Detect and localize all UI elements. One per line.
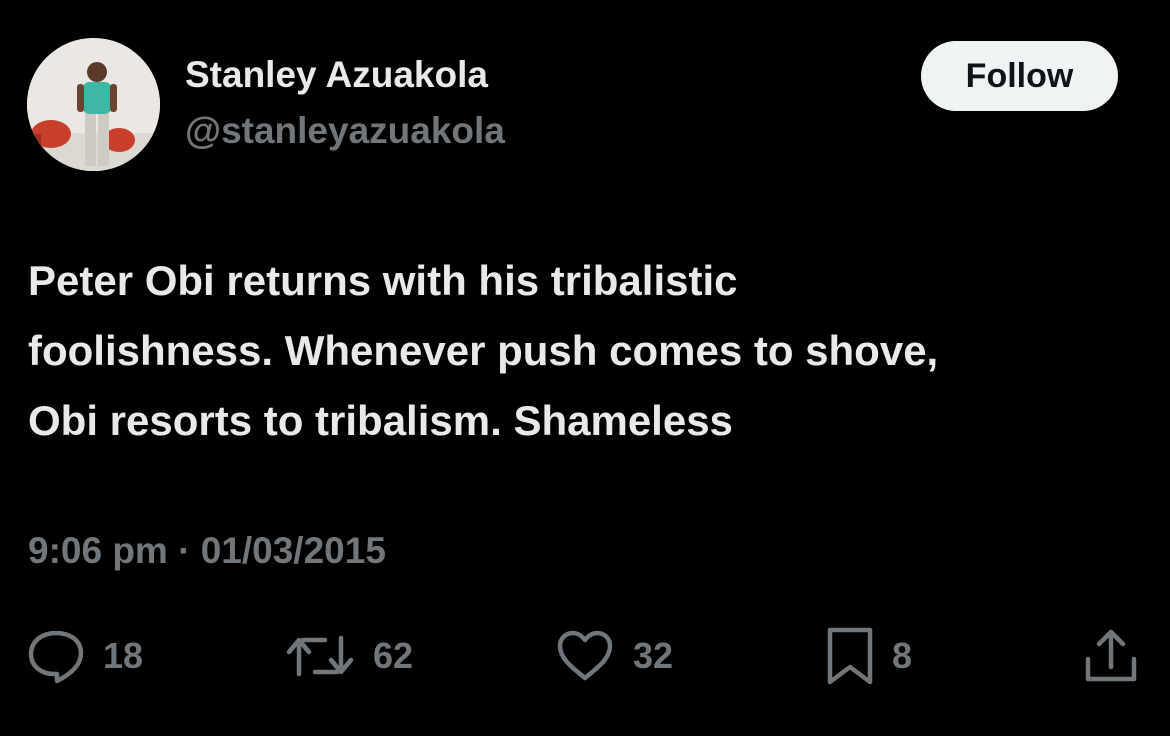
avatar[interactable] (27, 38, 160, 171)
share-upload-icon (1083, 627, 1139, 685)
tweet-timestamp[interactable]: 9:06 pm · 01/03/2015 (28, 530, 386, 572)
speech-bubble-icon (27, 628, 85, 684)
retweet-count: 62 (373, 635, 414, 676)
reply-button[interactable]: 18 (27, 626, 143, 686)
tweet-card: Stanley Azuakola @stanleyazuakola Follow… (0, 0, 1170, 736)
avatar-photo (27, 38, 160, 171)
bookmark-count: 8 (892, 635, 913, 676)
tweet-text-line: foolishness. Whenever push comes to shov… (28, 327, 939, 374)
like-count: 32 (633, 635, 674, 676)
tweet-text-line: Obi resorts to tribalism. Shameless (28, 397, 733, 444)
author-name[interactable]: Stanley Azuakola (185, 54, 488, 96)
reply-count: 18 (103, 635, 144, 676)
tweet-text: Peter Obi returns with his tribalistic f… (28, 246, 1148, 456)
bookmark-button[interactable]: 8 (826, 626, 912, 686)
tweet-text-line: Peter Obi returns with his tribalistic (28, 257, 738, 304)
follow-button[interactable]: Follow (921, 41, 1118, 111)
like-button[interactable]: 32 (555, 626, 673, 686)
retweet-button[interactable]: 62 (285, 626, 413, 686)
bookmark-icon (826, 626, 874, 686)
author-handle[interactable]: @stanleyazuakola (185, 110, 505, 152)
share-button[interactable] (1083, 626, 1139, 686)
heart-icon (555, 628, 615, 684)
retweet-arrows-icon (285, 628, 355, 684)
